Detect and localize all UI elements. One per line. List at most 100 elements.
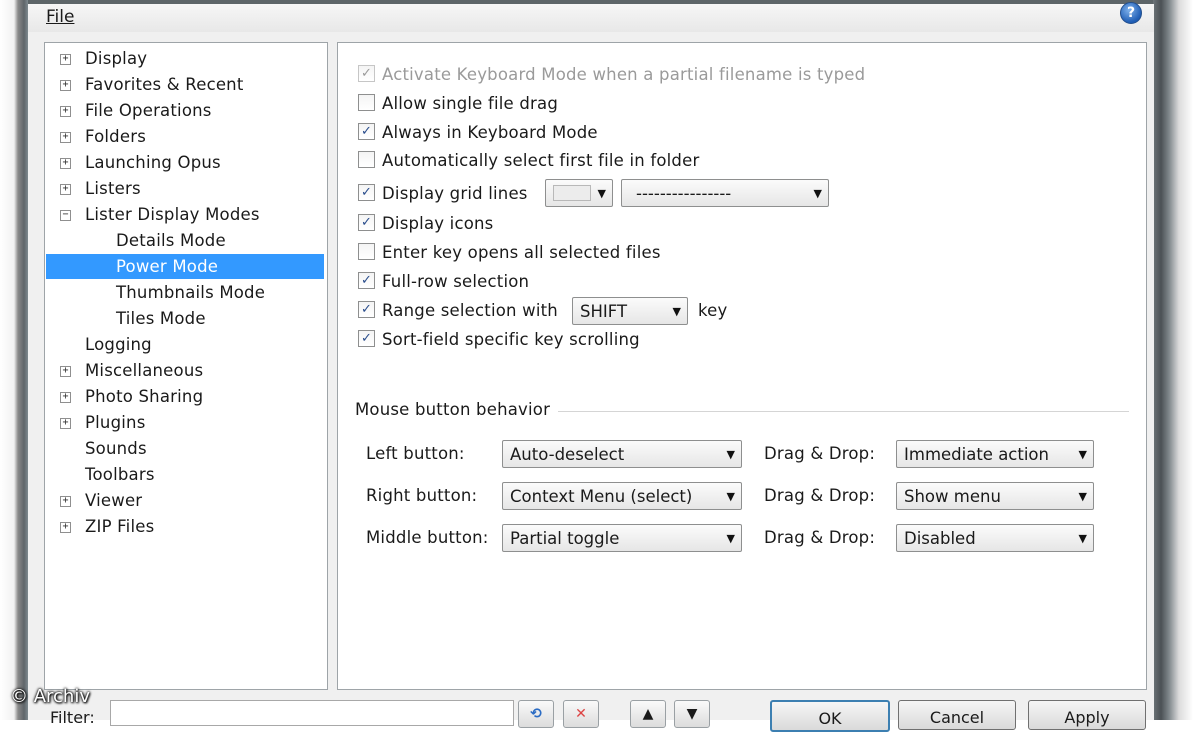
tree-item-toolbars[interactable]: Toolbars	[85, 462, 155, 487]
tree-item-plugins[interactable]: Plugins	[85, 410, 146, 435]
left-button-dropdown[interactable]: Auto-deselect ▼	[502, 440, 742, 468]
expand-icon[interactable]: +	[60, 132, 71, 143]
grid-line-style-dropdown[interactable]: ---------------- ▼	[621, 179, 829, 207]
tree-item-viewer[interactable]: Viewer	[85, 488, 142, 513]
tree-item-label: Logging	[85, 335, 152, 354]
clear-filter-icon[interactable]: ✕	[563, 700, 599, 728]
chevron-down-icon: ▼	[726, 448, 735, 461]
expand-icon[interactable]: +	[60, 496, 71, 507]
ok-button[interactable]: OK	[770, 700, 890, 732]
middle-dnd-dropdown[interactable]: Disabled ▼	[896, 524, 1094, 552]
option-label: Range selection with	[382, 301, 558, 320]
filter-input[interactable]	[110, 700, 514, 726]
move-up-icon[interactable]: ▲	[630, 700, 666, 728]
expand-icon[interactable]: +	[60, 54, 71, 65]
tree-item-photo-sharing[interactable]: Photo Sharing	[85, 384, 203, 409]
collapse-icon[interactable]: −	[60, 210, 71, 221]
expand-icon[interactable]: +	[60, 158, 71, 169]
middle-button-label: Middle button:	[366, 528, 489, 547]
tree-item-label: Viewer	[85, 491, 143, 510]
option-auto-select-first-file[interactable]: Automatically select first file in folde…	[358, 149, 699, 173]
option-range-selection[interactable]: ✓ Range selection with	[358, 299, 558, 323]
tree-item-label: Lister Display Modes	[85, 205, 260, 224]
settings-tree[interactable]: Display + Favorites & Recent + File Oper…	[44, 42, 328, 690]
option-activate-keyboard-mode: ✓ Activate Keyboard Mode when a partial f…	[358, 63, 865, 87]
tree-item-label: Display	[85, 49, 148, 68]
range-key-dropdown[interactable]: SHIFT ▼	[572, 297, 688, 325]
right-dnd-dropdown[interactable]: Show menu ▼	[896, 482, 1094, 510]
dropdown-value: Show menu	[904, 487, 1001, 506]
dropdown-value: Disabled	[904, 529, 976, 548]
chevron-down-icon: ▼	[1078, 448, 1087, 461]
option-full-row-selection[interactable]: ✓ Full-row selection	[358, 270, 529, 294]
cancel-button[interactable]: Cancel	[898, 700, 1016, 730]
window-left-border	[0, 0, 28, 720]
left-dnd-dropdown[interactable]: Immediate action ▼	[896, 440, 1094, 468]
chevron-down-icon: ▼	[597, 187, 606, 200]
grid-color-dropdown[interactable]: ▼	[545, 179, 613, 207]
tree-item-zip-files[interactable]: ZIP Files	[85, 514, 154, 539]
checkbox[interactable]	[358, 243, 375, 260]
chevron-down-icon: ▼	[813, 187, 822, 200]
left-button-label: Left button:	[366, 444, 465, 463]
expand-icon[interactable]: +	[60, 392, 71, 403]
dropdown-value: Context Menu (select)	[510, 487, 693, 506]
option-display-icons[interactable]: ✓ Display icons	[358, 212, 493, 236]
tree-item-listers[interactable]: Listers	[85, 176, 141, 201]
option-enter-key-opens-all[interactable]: Enter key opens all selected files	[358, 241, 661, 265]
option-allow-single-file-drag[interactable]: Allow single file drag	[358, 92, 558, 116]
checkbox[interactable]: ✓	[358, 301, 375, 318]
option-label: Display icons	[382, 214, 494, 233]
tree-item-details-mode[interactable]: Details Mode	[116, 228, 226, 253]
checkbox[interactable]: ✓	[358, 272, 375, 289]
tree-item-miscellaneous[interactable]: Miscellaneous	[85, 358, 203, 383]
refresh-icon[interactable]: ⟲	[518, 700, 554, 728]
middle-button-dropdown[interactable]: Partial toggle ▼	[502, 524, 742, 552]
tree-item-label: Photo Sharing	[85, 387, 204, 406]
expand-icon[interactable]: +	[60, 80, 71, 91]
tree-item-tiles-mode[interactable]: Tiles Mode	[116, 306, 206, 331]
expand-icon[interactable]: +	[60, 418, 71, 429]
tree-item-thumbnails-mode[interactable]: Thumbnails Mode	[116, 280, 265, 305]
expand-icon[interactable]: +	[60, 106, 71, 117]
tree-item-display[interactable]: Display	[85, 46, 147, 71]
tree-item-folders[interactable]: Folders	[85, 124, 146, 149]
apply-button[interactable]: Apply	[1028, 700, 1146, 730]
tree-item-label: Tiles Mode	[116, 309, 206, 328]
chevron-down-icon: ▼	[672, 305, 681, 318]
option-display-grid-lines[interactable]: ✓ Display grid lines	[358, 182, 528, 206]
right-button-dropdown[interactable]: Context Menu (select) ▼	[502, 482, 742, 510]
checkbox[interactable]: ✓	[358, 123, 375, 140]
dropdown-value: SHIFT	[580, 302, 628, 321]
checkbox[interactable]: ✓	[358, 330, 375, 347]
tree-item-favorites[interactable]: Favorites & Recent	[85, 72, 244, 97]
option-label: Enter key opens all selected files	[382, 243, 661, 262]
right-dnd-label: Drag & Drop:	[764, 486, 876, 505]
help-icon[interactable]: ?	[1120, 2, 1142, 24]
middle-dnd-label: Drag & Drop:	[764, 528, 876, 547]
chevron-down-icon: ▼	[726, 532, 735, 545]
checkbox[interactable]	[358, 151, 375, 168]
checkbox[interactable]: ✓	[358, 214, 375, 231]
option-label: Sort-field specific key scrolling	[382, 330, 640, 349]
menubar: File ?	[28, 2, 1154, 32]
tree-item-launching-opus[interactable]: Launching Opus	[85, 150, 221, 175]
move-down-icon[interactable]: ▼	[674, 700, 710, 728]
expand-icon[interactable]: +	[60, 184, 71, 195]
checkbox[interactable]	[358, 94, 375, 111]
color-swatch	[553, 184, 591, 201]
expand-icon[interactable]: +	[60, 522, 71, 533]
tree-item-power-mode[interactable]: Power Mode	[46, 254, 324, 279]
option-sort-field-key-scrolling[interactable]: ✓ Sort-field specific key scrolling	[358, 328, 640, 352]
dropdown-value: Immediate action	[904, 445, 1049, 464]
menu-file[interactable]: File	[46, 4, 74, 30]
tree-item-logging[interactable]: Logging	[85, 332, 152, 357]
power-mode-settings-pane: ✓ Activate Keyboard Mode when a partial f…	[337, 42, 1147, 690]
tree-item-sounds[interactable]: Sounds	[85, 436, 147, 461]
option-always-keyboard-mode[interactable]: ✓ Always in Keyboard Mode	[358, 121, 598, 145]
tree-item-label: Folders	[85, 127, 146, 146]
checkbox[interactable]: ✓	[358, 184, 375, 201]
tree-item-file-operations[interactable]: File Operations	[85, 98, 212, 123]
tree-item-lister-display-modes[interactable]: Lister Display Modes	[85, 202, 260, 227]
expand-icon[interactable]: +	[60, 366, 71, 377]
